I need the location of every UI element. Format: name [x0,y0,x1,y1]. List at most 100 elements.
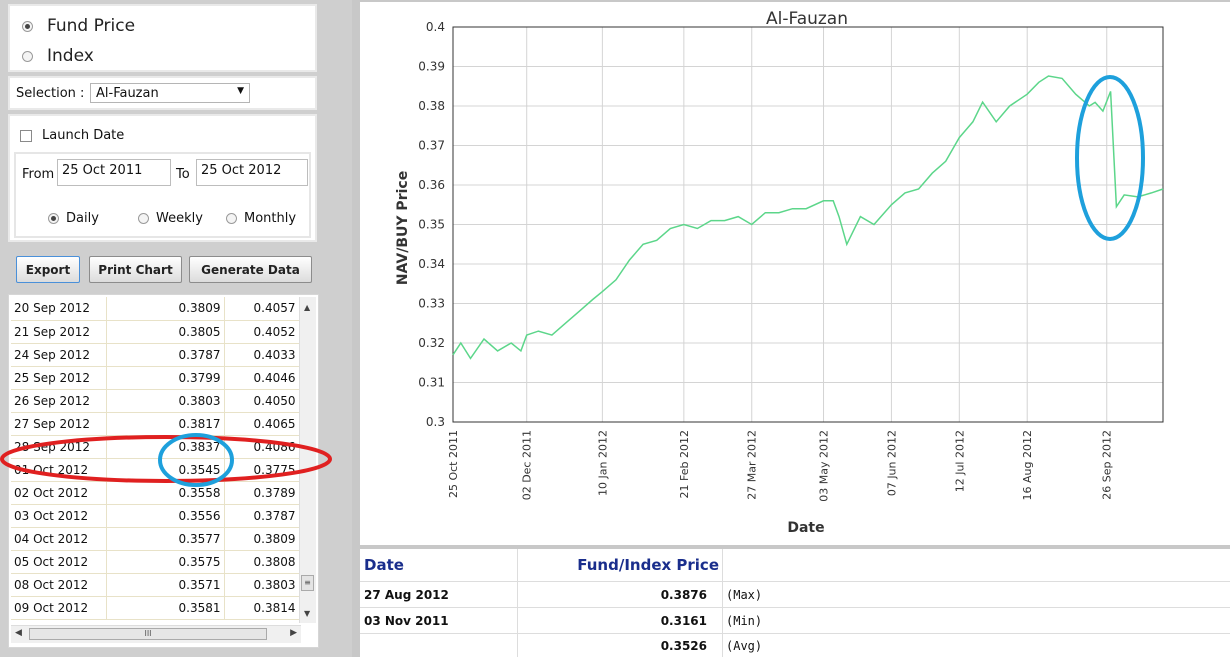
series-line [452,75,1164,360]
weekly-option[interactable]: Weekly [138,211,203,226]
grid-price2-cell: 0.3809 [224,527,300,551]
stats-row-avg: 0.3526 (Avg) [360,634,1230,657]
selection-panel: Selection : Al-Fauzan ▼ [8,76,317,110]
launch-date-checkbox[interactable] [20,129,32,142]
scroll-down-icon[interactable]: ▼ [304,609,310,618]
grid-price2-cell: 0.3814 [224,596,300,620]
from-date-input[interactable]: 25 Oct 2011 [57,159,171,186]
fund-price-option[interactable]: Fund Price [22,16,135,36]
grid-date-cell: 21 Sep 2012 [11,320,107,344]
x-tick-label: 21 Feb 2012 [678,430,691,498]
scroll-right-icon[interactable]: ▶ [290,628,297,638]
weekly-radio[interactable] [138,213,149,224]
daily-label: Daily [66,211,99,226]
table-row[interactable]: 03 Oct 2012 0.3556 0.3787 [11,504,300,528]
x-tick-label: 26 Sep 2012 [1101,430,1114,500]
monthly-option[interactable]: Monthly [226,211,296,226]
index-radio[interactable] [22,50,33,62]
fund-price-label: Fund Price [47,16,136,36]
stats-avg-tag: (Avg) [726,638,763,653]
selection-value: Al-Fauzan [96,86,159,101]
stats-divider-2 [722,549,723,657]
table-row[interactable]: 20 Sep 2012 0.3809 0.4057 [11,297,300,321]
grid-price-cell: 0.3799 [106,366,225,390]
y-tick-label: 0.4 [426,20,445,34]
stats-row-min: 03 Nov 2011 0.3161 (Min) [360,608,1230,634]
y-tick-label: 0.3 [426,415,445,429]
daily-radio[interactable] [48,213,59,224]
grid-date-cell: 20 Sep 2012 [11,297,107,321]
date-range-box: From 25 Oct 2011 To 25 Oct 2012 Daily We… [14,152,311,238]
x-tick-label: 03 May 2012 [818,430,831,502]
grid-price2-cell: 0.4033 [224,343,300,367]
x-tick-label: 02 Dec 2011 [521,430,534,500]
grid-price2-cell: 0.3787 [224,504,300,528]
table-row[interactable]: 25 Sep 2012 0.3799 0.4046 [11,366,300,390]
y-tick-label: 0.32 [418,336,445,350]
monthly-radio[interactable] [226,213,237,224]
to-date-input[interactable]: 25 Oct 2012 [196,159,308,186]
y-tick-label: 0.33 [418,297,445,311]
grid-date-cell: 25 Sep 2012 [11,366,107,390]
scroll-left-icon[interactable]: ◀ [15,628,22,638]
grid-price-cell: 0.3787 [106,343,225,367]
stats-avg-value: 0.3526 [660,638,707,653]
stats-min-value: 0.3161 [660,613,707,628]
table-row[interactable]: 26 Sep 2012 0.3803 0.4050 [11,389,300,413]
stats-max-date: 27 Aug 2012 [364,587,449,602]
stats-min-date: 03 Nov 2011 [364,613,449,628]
grid-date-cell: 05 Oct 2012 [11,550,107,574]
x-axis-ticks: 25 Oct 2011 02 Dec 2011 10 Jan 2012 21 Feb … [447,430,1114,502]
grid-date-cell: 09 Oct 2012 [11,596,107,620]
scroll-up-icon[interactable]: ▲ [304,303,310,312]
export-button[interactable]: Export [16,256,80,283]
table-row[interactable]: 21 Sep 2012 0.3805 0.4052 [11,320,300,344]
stats-max-tag: (Max) [726,587,763,602]
stats-price-header: Fund/Index Price [577,556,719,574]
grid-price2-cell: 0.4057 [224,297,300,321]
to-label: To [176,167,190,182]
x-tick-label: 16 Aug 2012 [1021,430,1034,500]
grid-date-cell: 04 Oct 2012 [11,527,107,551]
stats-min-tag: (Min) [726,613,763,628]
index-label: Index [47,46,94,66]
weekly-label: Weekly [156,211,203,226]
table-row[interactable]: 08 Oct 2012 0.3571 0.3803 [11,573,300,597]
x-tick-label: 07 Jun 2012 [885,430,898,496]
x-axis-label: Date [787,520,824,536]
generate-data-button[interactable]: Generate Data [189,256,312,283]
daily-option[interactable]: Daily [48,211,99,226]
grid-price-cell: 0.3571 [106,573,225,597]
grid-price-cell: 0.3809 [106,297,225,321]
horizontal-scrollbar[interactable]: ◀ III ▶ [11,625,301,643]
nav-line-chart: Al-Fauzan 0.30.310.320.330.340.350.360.3… [395,9,1164,536]
y-tick-label: 0.37 [418,139,445,153]
launch-date-option[interactable]: Launch Date [20,128,124,143]
grid-price2-cell: 0.4046 [224,366,300,390]
hscroll-thumb[interactable]: III [29,628,267,640]
chart-panel: Al-Fauzan 0.3 0.31 0.32 0.33 0.34 0.35 0.36 0.3… [360,2,1230,545]
chevron-down-icon: ▼ [237,86,244,96]
grid-price-cell: 0.3556 [106,504,225,528]
monthly-label: Monthly [244,211,297,226]
table-row[interactable]: 09 Oct 2012 0.3581 0.3814 [11,596,300,620]
scroll-thumb[interactable]: ≡ [301,575,314,591]
table-row[interactable]: 24 Sep 2012 0.3787 0.4033 [11,343,300,367]
table-row[interactable]: 05 Oct 2012 0.3575 0.3808 [11,550,300,574]
date-range-panel: Launch Date From 25 Oct 2011 To 25 Oct 2… [8,114,317,242]
stats-max-value: 0.3876 [660,587,707,602]
index-option[interactable]: Index [22,46,94,66]
print-chart-button[interactable]: Print Chart [89,256,182,283]
grid-price2-cell: 0.3808 [224,550,300,574]
stats-row-max: 27 Aug 2012 0.3876 (Max) [360,582,1230,608]
grid-price-cell: 0.3577 [106,527,225,551]
stats-divider-1 [517,549,518,657]
grid-price2-cell: 0.3803 [224,573,300,597]
grid-date-cell: 03 Oct 2012 [11,504,107,528]
x-tick-label: 27 Mar 2012 [746,430,759,500]
chart-title: Al-Fauzan [766,9,848,29]
x-tick-label: 12 Jul 2012 [953,430,966,492]
table-row[interactable]: 04 Oct 2012 0.3577 0.3809 [11,527,300,551]
selection-dropdown[interactable]: Al-Fauzan ▼ [90,83,250,103]
fund-price-radio[interactable] [22,20,33,32]
